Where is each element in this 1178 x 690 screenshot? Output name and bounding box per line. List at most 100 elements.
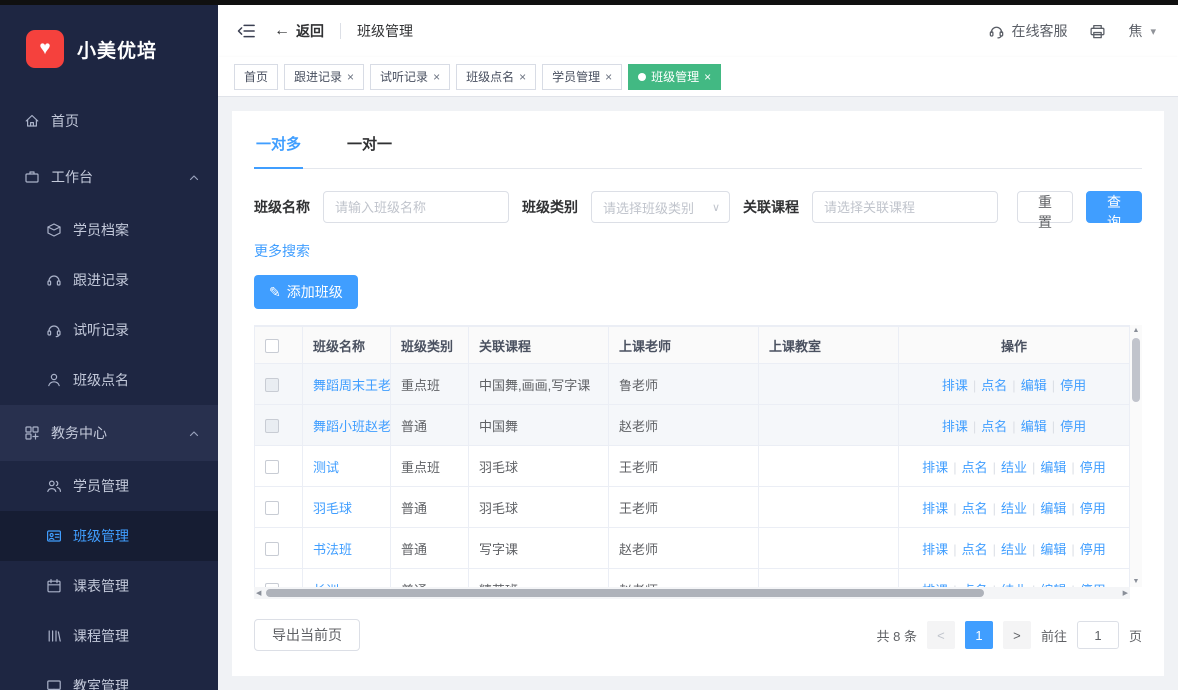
chevron-up-icon xyxy=(188,427,200,439)
action-graduate[interactable]: 结业 xyxy=(1001,542,1027,557)
related-course-input[interactable] xyxy=(812,191,998,223)
class-name-link[interactable]: 测试 xyxy=(313,460,339,475)
sidebar-item-label: 课表管理 xyxy=(73,576,129,596)
tag-class-rollcall[interactable]: 班级点名× xyxy=(456,64,536,90)
close-icon[interactable]: × xyxy=(605,70,612,84)
action-disable[interactable]: 停用 xyxy=(1060,419,1086,434)
action-disable[interactable]: 停用 xyxy=(1060,378,1086,393)
online-support-button[interactable]: 在线客服 xyxy=(988,21,1067,41)
select-all-checkbox[interactable] xyxy=(265,339,279,353)
sidebar-item-class-rollcall[interactable]: 班级点名 xyxy=(0,355,218,405)
action-rollcall[interactable]: 点名 xyxy=(981,378,1007,393)
sidebar-item-academic-center[interactable]: 教务中心 xyxy=(0,405,218,461)
class-type-label: 班级类别 xyxy=(522,197,578,217)
tag-followup-records[interactable]: 跟进记录× xyxy=(284,64,364,90)
action-disable[interactable]: 停用 xyxy=(1080,501,1106,516)
action-edit[interactable]: 编辑 xyxy=(1040,501,1066,516)
collapse-sidebar-icon[interactable] xyxy=(236,21,256,41)
tag-student-management[interactable]: 学员管理× xyxy=(542,64,622,90)
app-title: 小美优培 xyxy=(77,36,157,63)
add-class-button[interactable]: ✎ 添加班级 xyxy=(254,275,358,309)
tag-home[interactable]: 首页 xyxy=(234,64,278,90)
select-caret-icon: ∨ xyxy=(712,201,720,214)
horizontal-scrollbar-thumb[interactable] xyxy=(266,589,984,597)
row-checkbox[interactable] xyxy=(265,542,279,556)
action-rollcall[interactable]: 点名 xyxy=(981,419,1007,434)
action-schedule[interactable]: 排课 xyxy=(942,378,968,393)
row-checkbox[interactable] xyxy=(265,460,279,474)
pencil-icon: ✎ xyxy=(269,284,281,301)
sidebar-item-followup-records[interactable]: 跟进记录 xyxy=(0,255,218,305)
sidebar-item-class-management[interactable]: 班级管理 xyxy=(0,511,218,561)
sidebar-item-classroom-management[interactable]: 教室管理 xyxy=(0,661,218,690)
class-table: 班级名称 班级类别 关联课程 上课老师 上课教室 操作 xyxy=(254,325,1142,599)
vertical-scrollbar-thumb[interactable] xyxy=(1132,338,1140,402)
action-schedule[interactable]: 排课 xyxy=(922,460,948,475)
horizontal-scrollbar[interactable]: ◀ ▶ xyxy=(254,587,1130,599)
class-type-placeholder: 请选择班级类别 xyxy=(603,198,694,217)
class-name-input[interactable] xyxy=(323,191,509,223)
back-button[interactable]: ← 返回 xyxy=(274,21,324,41)
tag-class-management[interactable]: 班级管理× xyxy=(628,64,721,90)
close-icon[interactable]: × xyxy=(433,70,440,84)
prev-page-button[interactable]: < xyxy=(927,621,955,649)
vertical-scrollbar[interactable]: ▲ ▼ xyxy=(1130,325,1142,587)
tag-trial-records[interactable]: 试听记录× xyxy=(370,64,450,90)
search-button[interactable]: 查询 xyxy=(1086,191,1142,223)
tab-one-to-one[interactable]: 一对一 xyxy=(345,129,394,168)
table-row: 舞蹈小班赵老... 普通 中国舞 赵老师 排课|点名|编辑|停用 xyxy=(255,405,1130,446)
action-edit[interactable]: 编辑 xyxy=(1021,419,1047,434)
sidebar-item-student-archive[interactable]: 学员档案 xyxy=(0,205,218,255)
action-disable[interactable]: 停用 xyxy=(1080,460,1106,475)
goto-unit: 页 xyxy=(1129,626,1142,645)
divider xyxy=(340,23,341,39)
action-schedule[interactable]: 排课 xyxy=(922,501,948,516)
scroll-down-icon[interactable]: ▼ xyxy=(1130,578,1142,585)
row-checkbox[interactable] xyxy=(265,501,279,515)
row-checkbox[interactable] xyxy=(265,419,279,433)
action-rollcall[interactable]: 点名 xyxy=(962,542,988,557)
action-graduate[interactable]: 结业 xyxy=(1001,501,1027,516)
action-edit[interactable]: 编辑 xyxy=(1040,460,1066,475)
class-name-link[interactable]: 舞蹈周末王老... xyxy=(313,378,391,393)
action-rollcall[interactable]: 点名 xyxy=(962,501,988,516)
sidebar-item-home[interactable]: 首页 xyxy=(0,93,218,149)
action-schedule[interactable]: 排课 xyxy=(922,542,948,557)
row-checkbox[interactable] xyxy=(265,378,279,392)
tab-one-to-many[interactable]: 一对多 xyxy=(254,129,303,169)
more-search-link[interactable]: 更多搜索 xyxy=(254,241,310,261)
class-name-link[interactable]: 羽毛球 xyxy=(313,501,352,516)
sidebar-item-schedule-management[interactable]: 课表管理 xyxy=(0,561,218,611)
sidebar-item-student-management[interactable]: 学员管理 xyxy=(0,461,218,511)
content-area: 一对多 一对一 班级名称 班级类别 请选择班级类别 ∨ 关联课程 重置 xyxy=(218,97,1178,690)
class-type-select[interactable]: 请选择班级类别 ∨ xyxy=(591,191,730,223)
action-schedule[interactable]: 排课 xyxy=(942,419,968,434)
table-header-row: 班级名称 班级类别 关联课程 上课老师 上课教室 操作 xyxy=(255,327,1130,364)
current-page-button[interactable]: 1 xyxy=(965,621,993,649)
scroll-left-icon[interactable]: ◀ xyxy=(256,587,261,599)
next-page-button[interactable]: > xyxy=(1003,621,1031,649)
close-icon[interactable]: × xyxy=(347,70,354,84)
sidebar-item-course-management[interactable]: 课程管理 xyxy=(0,611,218,661)
sidebar-item-label: 学员管理 xyxy=(73,476,129,496)
class-name-link[interactable]: 舞蹈小班赵老... xyxy=(313,419,391,434)
action-edit[interactable]: 编辑 xyxy=(1040,542,1066,557)
scroll-up-icon[interactable]: ▲ xyxy=(1130,327,1142,334)
close-icon[interactable]: × xyxy=(519,70,526,84)
sidebar-item-trial-records[interactable]: 试听记录 xyxy=(0,305,218,355)
export-page-button[interactable]: 导出当前页 xyxy=(254,619,360,651)
sidebar-item-label: 班级点名 xyxy=(73,370,129,390)
action-disable[interactable]: 停用 xyxy=(1080,542,1106,557)
archive-box-icon xyxy=(46,222,62,238)
close-icon[interactable]: × xyxy=(704,70,711,84)
class-name-link[interactable]: 书法班 xyxy=(313,542,352,557)
scroll-right-icon[interactable]: ▶ xyxy=(1123,587,1128,599)
reset-button[interactable]: 重置 xyxy=(1017,191,1073,223)
action-rollcall[interactable]: 点名 xyxy=(962,460,988,475)
goto-page-input[interactable] xyxy=(1077,621,1119,649)
sidebar-item-workbench[interactable]: 工作台 xyxy=(0,149,218,205)
printer-icon[interactable] xyxy=(1089,23,1106,40)
action-edit[interactable]: 编辑 xyxy=(1021,378,1047,393)
action-graduate[interactable]: 结业 xyxy=(1001,460,1027,475)
user-menu[interactable]: 焦 ▾ xyxy=(1128,21,1156,41)
